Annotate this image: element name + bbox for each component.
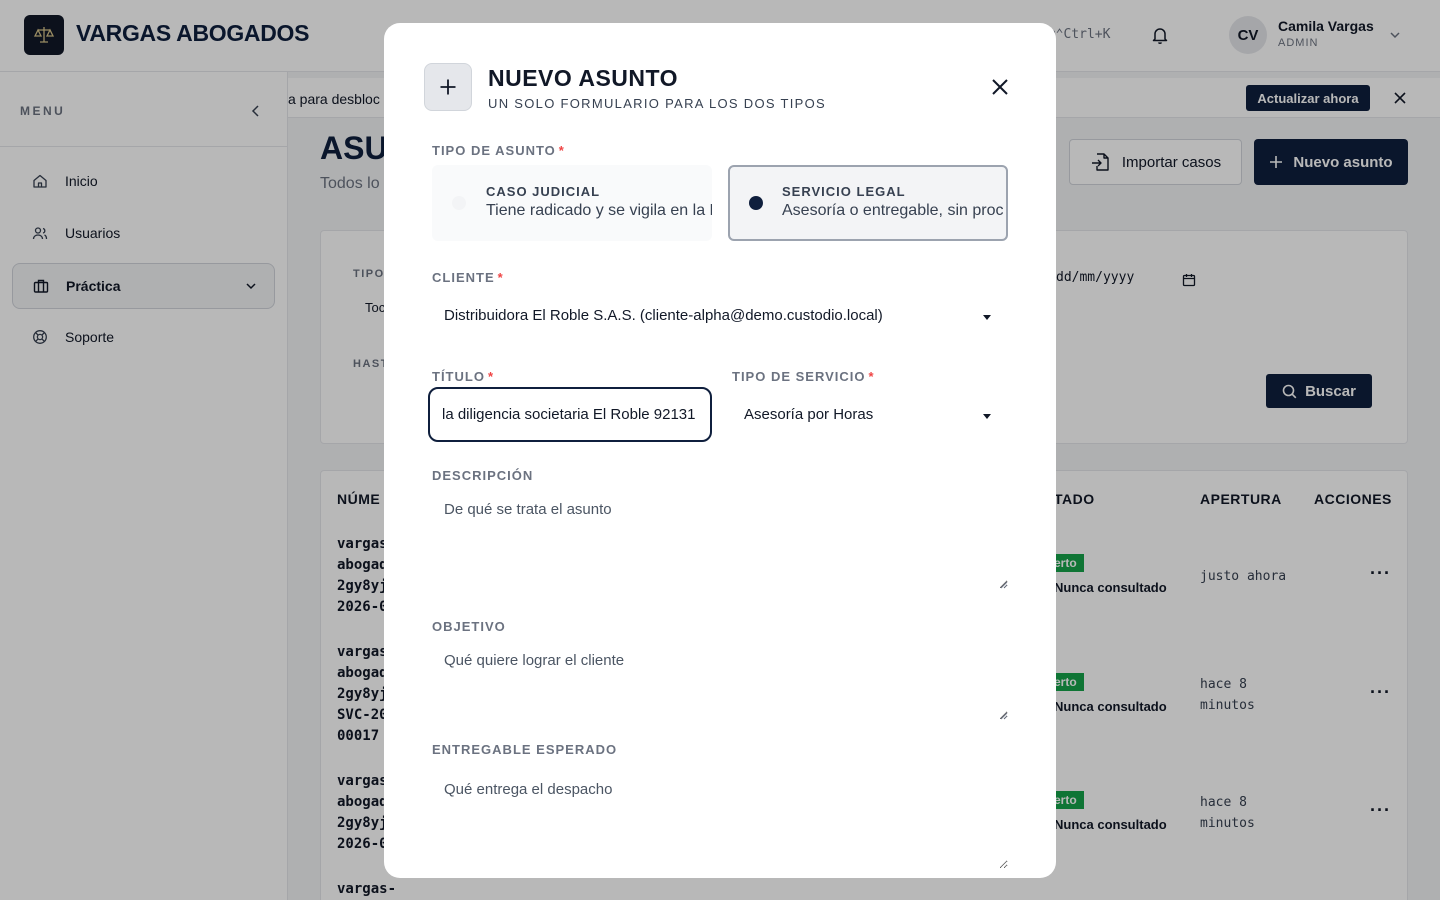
option-description: Tiene radicado y se vigila en la Rama Ju… [486,202,712,219]
caret-down-icon [983,414,991,419]
title-input[interactable] [428,387,712,442]
deliverable-textarea[interactable] [432,769,1008,869]
service-type-select[interactable]: Asesoría por Horas [732,390,1008,438]
client-value: Distribuidora El Roble S.A.S. (cliente-a… [444,306,883,324]
service-type-label: TIPO DE SERVICIO * [732,369,875,384]
deliverable-label: ENTREGABLE ESPERADO [432,742,618,757]
matter-type-label: TIPO DE ASUNTO * [432,143,565,158]
radio-button[interactable] [452,196,466,210]
radio-button-selected[interactable] [749,196,763,210]
option-judicial-case[interactable]: CASO JUDICIAL Tiene radicado y se vigila… [432,165,712,241]
client-select[interactable]: Distribuidora El Roble S.A.S. (cliente-a… [432,291,1008,339]
title-label: TÍTULO * [432,369,494,384]
modal-title: NUEVO ASUNTO [488,65,679,91]
caret-down-icon [983,315,991,320]
client-label: CLIENTE * [432,270,504,285]
modal-subtitle: UN SOLO FORMULARIO PARA LOS DOS TIPOS [488,96,827,111]
option-title: CASO JUDICIAL [486,184,601,199]
description-label: DESCRIPCIÓN [432,468,534,483]
new-matter-modal: NUEVO ASUNTO UN SOLO FORMULARIO PARA LOS… [384,23,1056,878]
option-title: SERVICIO LEGAL [782,184,906,199]
option-legal-service[interactable]: SERVICIO LEGAL Asesoría o entregable, si… [728,165,1008,241]
resize-handle-icon[interactable] [1000,581,1008,589]
resize-handle-icon[interactable] [1000,712,1008,720]
objective-textarea[interactable] [432,640,1008,720]
close-icon[interactable] [990,77,1010,97]
description-textarea[interactable] [432,489,1008,589]
objective-label: OBJETIVO [432,619,506,634]
plus-icon [424,63,472,111]
service-type-value: Asesoría por Horas [744,405,874,423]
option-description: Asesoría o entregable, sin proc [782,202,1004,219]
